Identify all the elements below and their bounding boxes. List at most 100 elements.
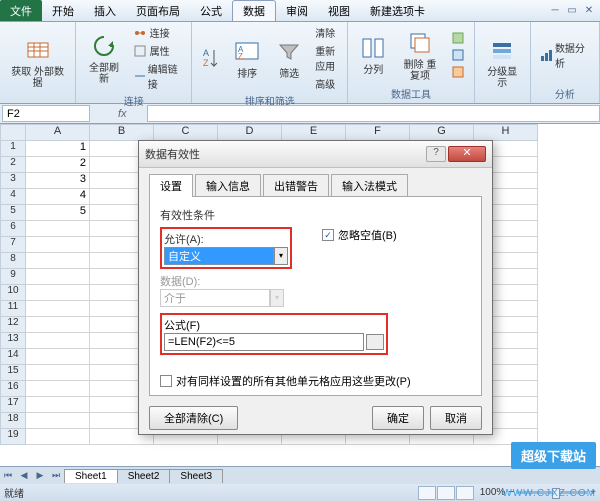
- data-analysis-button[interactable]: 数据分析: [537, 39, 593, 71]
- ok-button[interactable]: 确定: [372, 406, 424, 430]
- refresh-all-button[interactable]: 全部刷新: [82, 29, 125, 87]
- cell[interactable]: 5: [26, 205, 90, 221]
- col-head[interactable]: H: [474, 124, 538, 141]
- col-head[interactable]: F: [346, 124, 410, 141]
- col-head[interactable]: G: [410, 124, 474, 141]
- cell[interactable]: [26, 349, 90, 365]
- select-all-corner[interactable]: [0, 124, 26, 141]
- col-head[interactable]: D: [218, 124, 282, 141]
- cell[interactable]: [26, 221, 90, 237]
- cell[interactable]: [26, 253, 90, 269]
- dialog-tab-input[interactable]: 输入信息: [195, 174, 261, 197]
- dialog-tab-settings[interactable]: 设置: [149, 174, 193, 197]
- text-to-columns-button[interactable]: 分列: [354, 31, 392, 78]
- reapply-button[interactable]: 重新应用: [312, 42, 341, 74]
- col-head[interactable]: A: [26, 124, 90, 141]
- cell[interactable]: [26, 333, 90, 349]
- dialog-titlebar[interactable]: 数据有效性 ? ✕: [139, 141, 492, 168]
- allow-dropdown[interactable]: 自定义: [164, 247, 274, 265]
- close-icon[interactable]: ✕: [582, 4, 596, 18]
- row-head[interactable]: 3: [0, 173, 26, 189]
- sheet-nav-last[interactable]: ⏭: [48, 470, 64, 481]
- remove-duplicates-button[interactable]: 删除 重复项: [396, 26, 443, 84]
- sort-button[interactable]: AZ排序: [228, 35, 266, 82]
- cell[interactable]: [26, 285, 90, 301]
- row-head[interactable]: 9: [0, 269, 26, 285]
- col-head[interactable]: B: [90, 124, 154, 141]
- sheet-nav-first[interactable]: ⏮: [0, 470, 16, 481]
- advanced-filter-button[interactable]: 高级: [312, 75, 341, 92]
- sheet-tab[interactable]: Sheet2: [117, 469, 171, 483]
- row-head[interactable]: 19: [0, 429, 26, 445]
- tab-data[interactable]: 数据: [232, 0, 276, 21]
- row-head[interactable]: 17: [0, 397, 26, 413]
- row-head[interactable]: 6: [0, 221, 26, 237]
- row-head[interactable]: 16: [0, 381, 26, 397]
- clear-filter-button[interactable]: 清除: [312, 24, 341, 41]
- cell[interactable]: 3: [26, 173, 90, 189]
- apply-same-checkbox[interactable]: 对有同样设置的所有其他单元格应用这些更改(P): [160, 373, 471, 389]
- cell[interactable]: [26, 317, 90, 333]
- dialog-help-button[interactable]: ?: [426, 146, 446, 162]
- sort-az-button[interactable]: AZ: [198, 41, 224, 75]
- tab-review[interactable]: 审阅: [276, 3, 318, 19]
- outline-button[interactable]: 分级显示: [481, 33, 524, 91]
- formula-field[interactable]: =LEN(F2)<=5: [164, 333, 364, 351]
- edit-links-button[interactable]: 编辑链接: [130, 60, 186, 92]
- sheet-tab[interactable]: Sheet3: [169, 469, 223, 483]
- row-head[interactable]: 12: [0, 317, 26, 333]
- tab-file[interactable]: 文件: [0, 0, 42, 21]
- fx-icon[interactable]: fx: [118, 108, 127, 120]
- row-head[interactable]: 13: [0, 333, 26, 349]
- tab-home[interactable]: 开始: [42, 3, 84, 19]
- col-head[interactable]: E: [282, 124, 346, 141]
- cell[interactable]: [26, 381, 90, 397]
- range-picker-icon[interactable]: [366, 334, 384, 350]
- filter-button[interactable]: 筛选: [270, 35, 308, 82]
- view-layout-button[interactable]: [437, 486, 455, 500]
- row-head[interactable]: 2: [0, 157, 26, 173]
- view-normal-button[interactable]: [418, 486, 436, 500]
- row-head[interactable]: 15: [0, 365, 26, 381]
- tab-view[interactable]: 视图: [318, 3, 360, 19]
- datatool-icon-3[interactable]: [448, 64, 468, 80]
- col-head[interactable]: C: [154, 124, 218, 141]
- row-head[interactable]: 11: [0, 301, 26, 317]
- view-pagebreak-button[interactable]: [456, 486, 474, 500]
- dialog-close-button[interactable]: ✕: [448, 146, 486, 162]
- cancel-button[interactable]: 取消: [430, 406, 482, 430]
- sheet-nav-next[interactable]: ▶: [32, 470, 48, 481]
- min-icon[interactable]: ─: [548, 4, 562, 18]
- row-head[interactable]: 4: [0, 189, 26, 205]
- tab-layout[interactable]: 页面布局: [126, 3, 190, 19]
- cell[interactable]: [26, 301, 90, 317]
- name-box[interactable]: F2: [2, 105, 90, 122]
- cell[interactable]: 2: [26, 157, 90, 173]
- cell[interactable]: [26, 397, 90, 413]
- dialog-tab-ime[interactable]: 输入法模式: [331, 174, 408, 197]
- row-head[interactable]: 8: [0, 253, 26, 269]
- datatool-icon-1[interactable]: [448, 30, 468, 46]
- cell[interactable]: [26, 365, 90, 381]
- tab-insert[interactable]: 插入: [84, 3, 126, 19]
- cell[interactable]: 1: [26, 141, 90, 157]
- sheet-nav-prev[interactable]: ◀: [16, 470, 32, 481]
- properties-button[interactable]: 属性: [130, 42, 186, 59]
- row-head[interactable]: 5: [0, 205, 26, 221]
- tab-formula[interactable]: 公式: [190, 3, 232, 19]
- cell[interactable]: [26, 237, 90, 253]
- clear-all-button[interactable]: 全部清除(C): [149, 406, 238, 430]
- cell[interactable]: 4: [26, 189, 90, 205]
- row-head[interactable]: 18: [0, 413, 26, 429]
- connections-button[interactable]: 连接: [130, 24, 186, 41]
- row-head[interactable]: 14: [0, 349, 26, 365]
- row-head[interactable]: 7: [0, 237, 26, 253]
- sheet-tab[interactable]: Sheet1: [64, 469, 118, 483]
- dialog-tab-error[interactable]: 出错警告: [263, 174, 329, 197]
- formula-input[interactable]: [147, 105, 600, 122]
- restore-icon[interactable]: ▭: [565, 4, 579, 18]
- tab-new[interactable]: 新建选项卡: [360, 3, 435, 19]
- cell[interactable]: [26, 413, 90, 429]
- cell[interactable]: [26, 429, 90, 445]
- datatool-icon-2[interactable]: [448, 47, 468, 63]
